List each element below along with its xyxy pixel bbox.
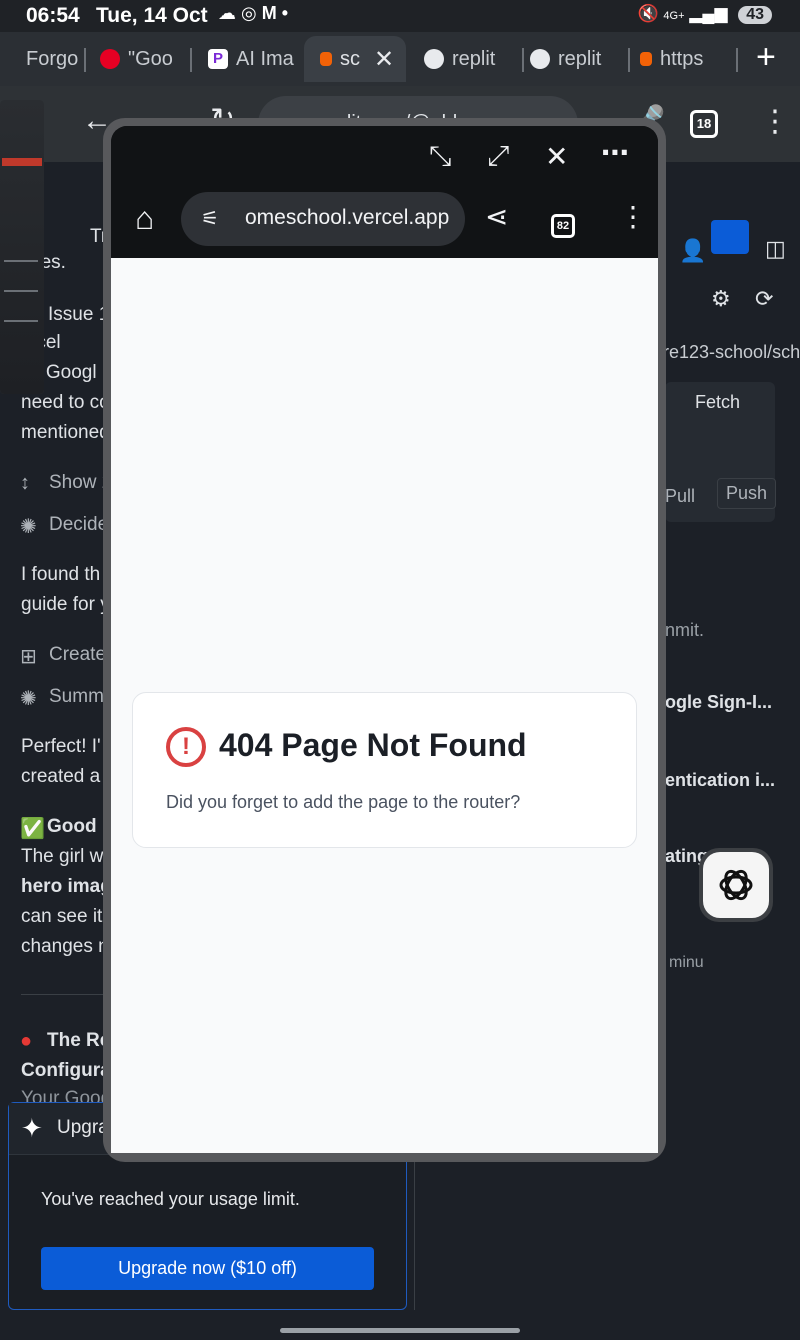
check-icon: ✅ <box>20 818 45 840</box>
status-bar: 06:54 Tue, 14 Oct ☁ ◎ M • 🔇 4G+ ▂▄▆ 43 <box>0 0 800 32</box>
bg-text: Decide <box>49 514 109 535</box>
tab-item[interactable]: replit <box>424 36 524 82</box>
popup-address-bar[interactable]: ⚟ omeschool.vercel.app <box>181 192 465 246</box>
repo-path: re123-school/sch <box>663 342 800 362</box>
bg-text: I found th <box>21 564 101 585</box>
replit-icon <box>320 52 332 66</box>
site-settings-icon[interactable]: ⚟ <box>201 206 219 231</box>
error-card: ! 404 Page Not Found Did you forget to a… <box>132 692 637 848</box>
bg-text: guide for y <box>21 594 110 615</box>
error-message: Did you forget to add the page to the ro… <box>166 792 521 812</box>
bg-text: Configura <box>21 1060 111 1081</box>
bg-text: changes n <box>21 936 109 957</box>
popup-menu-kebab-icon[interactable]: ⋮ <box>619 200 647 233</box>
file-plus-icon: ⊞ <box>20 646 37 668</box>
bg-text: created a <box>21 766 101 787</box>
commit-time: minu <box>669 954 704 971</box>
tab-label: "Goo <box>128 47 173 70</box>
bg-text: The Re <box>47 1030 111 1051</box>
refresh-icon[interactable]: ⟳ <box>755 286 773 312</box>
new-tab-plus-icon[interactable]: + <box>756 38 776 77</box>
globe-icon <box>424 49 444 69</box>
ai-image-icon: P <box>208 49 228 69</box>
brain-icon: ✺ <box>20 688 37 710</box>
tab-count-button[interactable]: 18 <box>690 110 718 138</box>
ai-button[interactable] <box>711 220 749 254</box>
fetch-button[interactable]: Fetch <box>695 392 740 413</box>
push-button[interactable]: Push <box>717 478 777 509</box>
battery-badge: 43 <box>738 6 772 24</box>
status-time: 06:54 <box>26 4 80 27</box>
menu-kebab-icon[interactable]: ⋮ <box>760 104 790 139</box>
bg-text: Summ <box>49 686 104 707</box>
tab-item[interactable]: "Goo <box>100 36 192 82</box>
sparkle-icon: ✦ <box>21 1113 43 1143</box>
brain-icon: ✺ <box>20 516 37 538</box>
bg-text: hero imag <box>21 876 112 897</box>
bg-text: The girl w <box>21 846 104 867</box>
pinterest-icon <box>100 49 120 69</box>
home-indicator[interactable] <box>280 1328 520 1333</box>
popup-browser-window: ⤡ ⤢ ✕ ⋯ ⌂ ⚟ omeschool.vercel.app ⋖ 82 ⋮ … <box>103 118 666 1162</box>
app-thumbnail[interactable] <box>0 100 44 394</box>
red-circle-icon: ● <box>20 1030 33 1052</box>
bg-text: Issue 1 <box>48 304 110 325</box>
popup-url: omeschool.vercel.app <box>245 206 450 229</box>
popup-toolbar: ⤡ ⤢ ✕ ⋯ ⌂ ⚟ omeschool.vercel.app ⋖ 82 ⋮ <box>111 126 658 258</box>
error-title: 404 Page Not Found <box>219 727 527 763</box>
minimize-icon[interactable]: ⤡ <box>429 140 451 173</box>
share-icon[interactable]: ⋖ <box>485 200 508 233</box>
expand-icon: ↕ <box>20 472 30 494</box>
tab-label: replit <box>452 47 496 70</box>
bg-text: Perfect! I' <box>21 736 101 757</box>
mute-icon: 🔇 <box>637 4 659 23</box>
maximize-icon[interactable]: ⤢ <box>487 140 509 173</box>
close-tab-icon[interactable]: ✕ <box>374 45 394 74</box>
commit-item[interactable]: entication i... <box>665 770 775 791</box>
more-horizontal-icon[interactable]: ⋯ <box>601 136 629 169</box>
commit-hint: nmit. <box>665 620 705 640</box>
tab-item[interactable]: replit <box>530 36 630 82</box>
tab-label: https <box>660 47 704 70</box>
tab-label: AI Ima <box>236 47 294 70</box>
tab-item[interactable]: P AI Ima <box>208 36 302 82</box>
tab-strip: Forgo "Goo P AI Ima sc ✕ replit replit h… <box>0 32 800 86</box>
tab-item[interactable]: Forgo <box>0 36 86 82</box>
gear-icon[interactable]: ⚙ <box>711 286 731 312</box>
chatgpt-floating-button[interactable] <box>699 848 773 922</box>
tab-item-active[interactable]: sc ✕ <box>304 36 406 82</box>
upgrade-button[interactable]: Upgrade now ($10 off) <box>41 1247 374 1290</box>
split-view-icon[interactable]: ◫ <box>765 236 786 262</box>
notification-icons: ☁ ◎ M • <box>218 3 289 23</box>
chatgpt-logo-icon <box>719 869 753 901</box>
bg-text: mentioned <box>21 422 110 443</box>
tab-item[interactable]: https <box>640 36 738 82</box>
home-icon[interactable]: ⌂ <box>135 200 154 237</box>
popup-tab-count[interactable]: 82 <box>551 214 575 238</box>
upgrade-title: Upgra <box>57 1117 109 1138</box>
status-right: 🔇 4G+ ▂▄▆ 43 <box>638 4 772 24</box>
tab-label: sc <box>340 47 360 70</box>
bg-text: can see it <box>21 906 103 927</box>
globe-icon <box>530 49 550 69</box>
add-user-icon[interactable]: 👤 <box>679 238 706 264</box>
alert-circle-icon: ! <box>166 727 206 767</box>
bg-text: need to co <box>21 392 110 413</box>
tab-label: replit <box>558 47 602 70</box>
tab-label: Forgo <box>26 47 79 70</box>
close-icon[interactable]: ✕ <box>545 140 568 173</box>
popup-inner: ⤡ ⤢ ✕ ⋯ ⌂ ⚟ omeschool.vercel.app ⋖ 82 ⋮ … <box>111 126 658 1153</box>
signal-icon: ▂▄▆ <box>689 4 728 23</box>
status-date: Tue, 14 Oct <box>96 4 208 27</box>
commit-item[interactable]: ogle Sign-I... <box>665 692 772 713</box>
popup-page-content: ! 404 Page Not Found Did you forget to a… <box>111 258 658 1153</box>
usage-limit-message: You've reached your usage limit. <box>41 1189 300 1209</box>
network-label: 4G+ <box>663 10 685 22</box>
pull-button[interactable]: Pull <box>665 486 695 507</box>
bg-text: Create <box>49 644 107 665</box>
replit-icon <box>640 52 652 66</box>
